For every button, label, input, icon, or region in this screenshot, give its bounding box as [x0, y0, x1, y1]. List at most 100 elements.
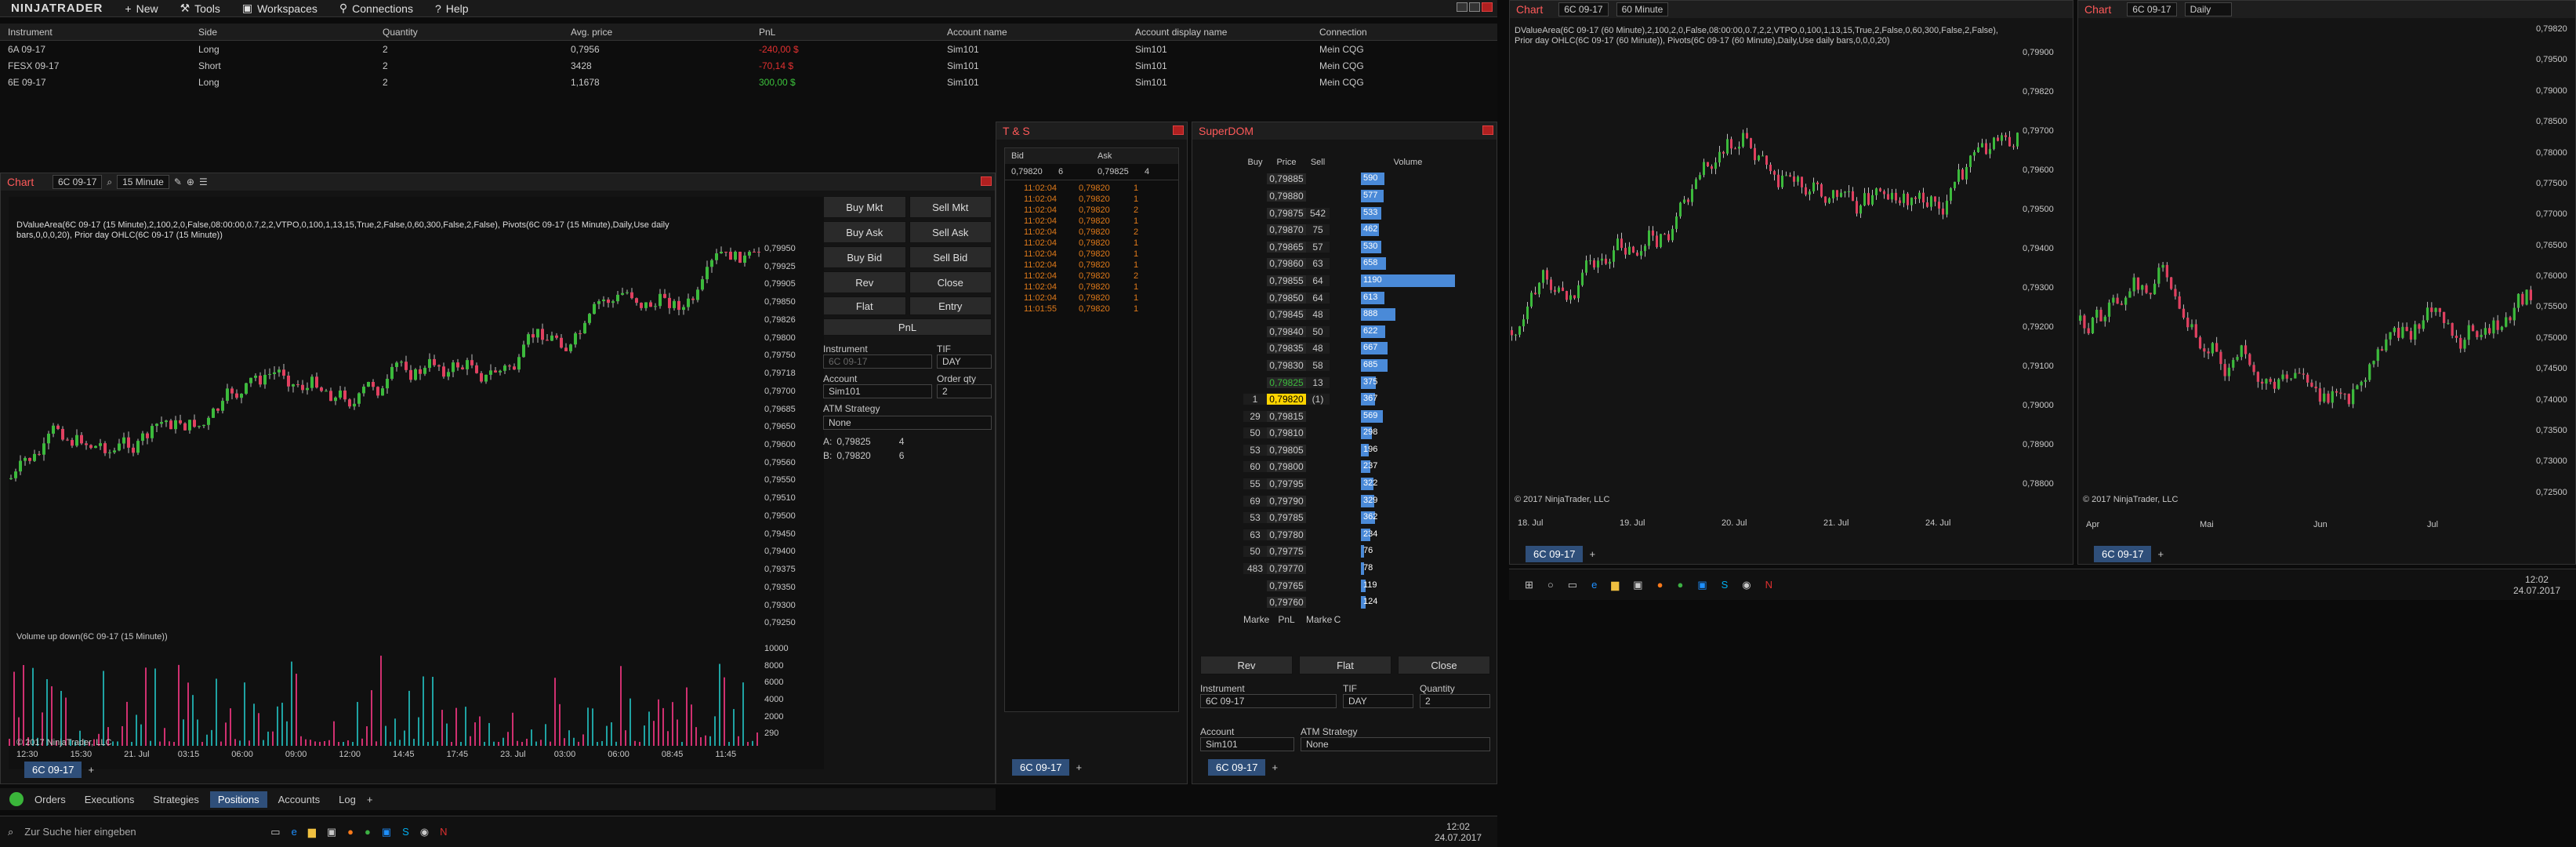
tab-instrument[interactable]: 6C 09-17 — [1526, 546, 1584, 562]
tif-select[interactable]: DAY — [1343, 694, 1413, 708]
dom-sell-cell[interactable]: 63 — [1306, 258, 1330, 270]
dom-price-cell[interactable]: 0,79835 — [1267, 343, 1306, 354]
dom-price-cell[interactable]: 0,79875 — [1267, 207, 1306, 219]
dom-price-cell[interactable]: 0,79830 — [1267, 359, 1306, 371]
dom-price-cell[interactable]: 0,79760 — [1267, 597, 1306, 609]
chrome-icon[interactable]: ● — [1677, 579, 1683, 591]
dom-buy-cell[interactable]: 60 — [1243, 461, 1267, 473]
dom-sell-cell[interactable]: (1) — [1306, 394, 1330, 405]
dom-sell-cell[interactable]: 542 — [1306, 207, 1330, 219]
dom-price-cell[interactable]: 0,79800 — [1267, 461, 1306, 473]
sell-ask-button[interactable]: Sell Ask — [909, 221, 992, 243]
dom-price-cell[interactable]: 0,79860 — [1267, 258, 1306, 270]
dom-sell-cell[interactable]: 13 — [1306, 376, 1330, 388]
dom-buy-cell[interactable]: 63 — [1243, 529, 1267, 540]
atm-select[interactable]: None — [823, 416, 992, 430]
task-view-icon[interactable]: ▭ — [1568, 579, 1577, 591]
instrument-selector[interactable]: 6C 09-17 — [53, 175, 103, 189]
dom-row[interactable]: 0,79880 577 — [1243, 187, 1494, 205]
account-select[interactable]: Sim101 — [1200, 737, 1294, 751]
flat-button[interactable]: Flat — [823, 296, 906, 315]
tab-instrument[interactable]: 6C 09-17 — [1208, 759, 1266, 776]
firefox-icon[interactable]: ● — [347, 826, 354, 838]
dom-price-cell[interactable]: 0,79810 — [1267, 427, 1306, 439]
search-icon[interactable]: ○ — [1547, 579, 1554, 591]
dom-row[interactable]: 53 0,79785 362 — [1243, 509, 1494, 526]
tab-accounts[interactable]: Accounts — [270, 791, 328, 808]
taskbar-search-input[interactable]: Zur Suche hier eingeben — [24, 826, 259, 838]
order-qty-stepper[interactable]: 2 — [937, 384, 992, 398]
minimize-button[interactable] — [1457, 2, 1468, 12]
folder-icon[interactable]: ▆ — [308, 826, 316, 838]
tab-orders[interactable]: Orders — [27, 791, 74, 808]
tab-executions[interactable]: Executions — [77, 791, 143, 808]
dom-row[interactable]: 0,79865 57 530 — [1243, 238, 1494, 256]
dom-buy-cell[interactable]: 50 — [1243, 546, 1267, 558]
price-panel[interactable] — [2078, 24, 2533, 518]
buy-ask-button[interactable]: Buy Ask — [823, 221, 906, 243]
reverse-button[interactable]: Rev — [1200, 656, 1293, 674]
dom-price-cell[interactable]: 0,79775 — [1267, 546, 1306, 558]
dom-buy-cell[interactable]: 29 — [1243, 410, 1267, 422]
dom-price-cell[interactable]: 0,79785 — [1267, 512, 1306, 524]
dom-row[interactable]: 0,79845 48 888 — [1243, 306, 1494, 323]
dom-price-cell[interactable]: 0,79815 — [1267, 410, 1306, 422]
add-tab-icon[interactable]: + — [367, 794, 373, 805]
close-button[interactable] — [1482, 125, 1493, 135]
dom-price-cell[interactable]: 0,79765 — [1267, 580, 1306, 591]
add-tab-icon[interactable]: + — [1589, 548, 1595, 560]
col-connection[interactable]: Connection — [1312, 24, 1497, 40]
dom-price-cell[interactable]: 0,79855 — [1267, 274, 1306, 286]
dom-row[interactable]: 29 0,79815 569 — [1243, 408, 1494, 425]
price-panel[interactable] — [1510, 48, 2019, 518]
menu-connections[interactable]: ⚲ Connections — [328, 2, 424, 15]
add-tab-icon[interactable]: + — [88, 764, 94, 776]
dom-price-cell[interactable]: 0,79790 — [1267, 495, 1306, 507]
dom-price-cell[interactable]: 0,79840 — [1267, 325, 1306, 337]
atm-select[interactable]: None — [1301, 737, 1490, 751]
store-icon[interactable]: ▣ — [1633, 579, 1642, 591]
dom-row[interactable]: 50 0,79810 298 — [1243, 425, 1494, 442]
instrument-field[interactable]: 6C 09-17 — [823, 354, 932, 369]
market-sell-button[interactable]: Marke — [1306, 614, 1332, 625]
volume-panel[interactable] — [9, 644, 761, 746]
col-avg-price[interactable]: Avg. price — [563, 24, 751, 40]
dom-sell-cell[interactable]: 58 — [1306, 359, 1330, 371]
dom-sell-cell[interactable]: 57 — [1306, 241, 1330, 253]
dom-buy-cell[interactable]: 50 — [1243, 427, 1267, 439]
dom-sell-cell[interactable]: 48 — [1306, 343, 1330, 354]
market-buy-button[interactable]: Marke — [1243, 614, 1269, 625]
price-panel[interactable] — [9, 244, 761, 636]
dom-price-cell[interactable]: 0,79805 — [1267, 444, 1306, 456]
dom-price-cell[interactable]: 0,79820 — [1267, 394, 1306, 405]
dom-buy-cell[interactable]: 1 — [1243, 394, 1267, 405]
app-icon[interactable]: ▣ — [382, 826, 391, 838]
edge-icon[interactable]: e — [292, 826, 297, 838]
chrome-icon[interactable]: ● — [365, 826, 371, 838]
add-tab-icon[interactable]: + — [1272, 762, 1278, 773]
price-axis[interactable]: 0,79820 0,79500 0,79000 0,78500 0,78000 0,775… — [2533, 24, 2576, 518]
app-icon[interactable]: ◉ — [1742, 579, 1751, 591]
table-row[interactable]: 6A 09-17 Long 2 0,7956 -240,00 $ Sim101 … — [0, 41, 1497, 57]
interval-selector[interactable]: 15 Minute — [117, 175, 169, 189]
entry-button[interactable]: Entry — [909, 296, 992, 315]
dom-row[interactable]: 0,79765 119 — [1243, 577, 1494, 594]
col-quantity[interactable]: Quantity — [375, 24, 563, 40]
dom-price-cell[interactable]: 0,79770 — [1267, 563, 1306, 575]
properties-icon[interactable]: ☰ — [199, 176, 208, 187]
dom-row[interactable]: 0,79830 58 685 — [1243, 357, 1494, 374]
dom-row[interactable]: 50 0,79775 76 — [1243, 543, 1494, 561]
dom-price-cell[interactable]: 0,79780 — [1267, 529, 1306, 540]
col-pnl[interactable]: PnL — [751, 24, 939, 40]
dom-row[interactable]: 0,79850 64 613 — [1243, 289, 1494, 307]
dom-buy-cell[interactable]: 55 — [1243, 478, 1267, 490]
price-axis[interactable]: 0,79900 0,79820 0,79700 0,79600 0,79500 0,794… — [2019, 48, 2074, 518]
instrument-selector[interactable]: 6C 09-17 — [1558, 2, 1609, 16]
dom-row[interactable]: 483 0,79770 78 — [1243, 560, 1494, 577]
dom-sell-cell[interactable]: 48 — [1306, 309, 1330, 321]
app-icon[interactable]: ▣ — [1697, 579, 1707, 591]
store-icon[interactable]: ▣ — [327, 826, 336, 838]
sell-market-button[interactable]: Sell Mkt — [909, 196, 992, 218]
menu-new[interactable]: + New — [114, 2, 169, 15]
reverse-button[interactable]: Rev — [823, 271, 906, 293]
